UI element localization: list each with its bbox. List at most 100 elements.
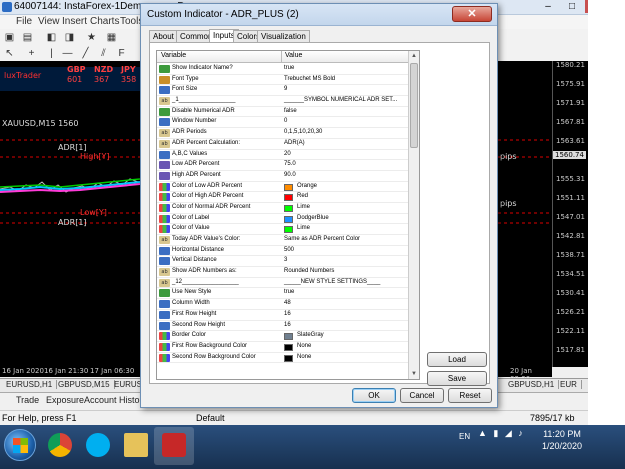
row-value[interactable]: true bbox=[284, 65, 294, 71]
grid-row[interactable]: Column Width 48 bbox=[157, 299, 408, 310]
navigator-icon[interactable]: ★ bbox=[86, 32, 97, 43]
taskbar-skype[interactable] bbox=[78, 427, 118, 465]
grid-row[interactable]: First Row Background Color None bbox=[157, 342, 408, 353]
row-value[interactable]: None bbox=[297, 354, 311, 360]
chart-tab[interactable]: EUR bbox=[560, 380, 582, 389]
grid-row[interactable]: Horizontal Distance 500 bbox=[157, 246, 408, 257]
terminal-tab-account-history[interactable]: Account History bbox=[84, 395, 147, 405]
row-value[interactable]: ADR(A) bbox=[284, 140, 305, 146]
grid-row[interactable]: Second Row Background Color None bbox=[157, 353, 408, 364]
row-value[interactable]: Red bbox=[297, 193, 308, 199]
grid-row[interactable]: Color of Normal ADR Percent Lime bbox=[157, 203, 408, 214]
row-value[interactable]: Rounded Numbers bbox=[284, 268, 334, 274]
row-value[interactable]: 20 bbox=[284, 151, 291, 157]
grid-row[interactable]: ab _1_________________ ______SYMBOL NUMERI… bbox=[157, 96, 408, 107]
horizontal-line-icon[interactable]: — bbox=[62, 48, 73, 59]
chart-tab[interactable]: GBPUSD,H1 bbox=[508, 380, 560, 389]
terminal-icon[interactable]: ▦ bbox=[106, 32, 117, 43]
row-value[interactable]: true bbox=[284, 289, 294, 295]
row-value[interactable]: 0,1,5,10,20,30 bbox=[284, 129, 322, 135]
menu-file[interactable]: File bbox=[16, 16, 32, 27]
dialog-close-button[interactable]: ✕ bbox=[452, 6, 492, 22]
cancel-button[interactable]: Cancel bbox=[400, 388, 444, 403]
reset-button[interactable]: Reset bbox=[448, 388, 492, 403]
grid-row[interactable]: Color of Value Lime bbox=[157, 224, 408, 235]
load-button[interactable]: Load bbox=[427, 352, 487, 367]
profiles-icon[interactable]: ▤ bbox=[22, 32, 33, 43]
row-value[interactable]: Lime bbox=[297, 225, 310, 231]
scroll-up-icon[interactable]: ▲ bbox=[409, 51, 419, 61]
col-separator[interactable] bbox=[281, 51, 282, 63]
grid-row[interactable]: ab _12_________________ _____NEW STYLE SET… bbox=[157, 278, 408, 289]
channel-icon[interactable]: ⫽ bbox=[98, 48, 109, 59]
row-value[interactable]: SlateGray bbox=[297, 332, 324, 338]
tray-clock[interactable]: 11:20 PM 1/20/2020 bbox=[533, 428, 591, 452]
row-value[interactable]: 90.0 bbox=[284, 172, 296, 178]
scroll-thumb[interactable] bbox=[410, 63, 418, 148]
data-window-icon[interactable]: ◨ bbox=[64, 32, 75, 43]
row-value[interactable]: Trebuchet MS Bold bbox=[284, 76, 335, 82]
row-value[interactable]: None bbox=[297, 343, 311, 349]
grid-row[interactable]: First Row Height 16 bbox=[157, 310, 408, 321]
grid-row[interactable]: High ADR Percent 90.0 bbox=[157, 171, 408, 182]
terminal-tab-trade[interactable]: Trade bbox=[16, 395, 39, 405]
row-value[interactable]: false bbox=[284, 108, 297, 114]
grid-row[interactable]: A,B,C Values 20 bbox=[157, 150, 408, 161]
row-value[interactable]: Lime bbox=[297, 204, 310, 210]
row-value[interactable]: 500 bbox=[284, 247, 294, 253]
taskbar-mt4[interactable] bbox=[154, 427, 194, 465]
maximize-icon[interactable]: □ bbox=[561, 0, 583, 13]
menu-insert[interactable]: Insert bbox=[62, 16, 87, 27]
row-value[interactable]: 16 bbox=[284, 311, 291, 317]
grid-row[interactable]: Use New Style true bbox=[157, 288, 408, 300]
trendline-icon[interactable]: ╱ bbox=[80, 48, 91, 59]
crosshair-icon[interactable]: + bbox=[26, 48, 37, 59]
grid-row[interactable]: Low ADR Percent 75.0 bbox=[157, 160, 408, 171]
grid-row[interactable]: ab Show ADR Numbers as: Rounded Numbers bbox=[157, 267, 408, 278]
vertical-line-icon[interactable]: | bbox=[46, 48, 57, 59]
col-variable[interactable]: Variable bbox=[161, 52, 186, 59]
taskbar-chrome[interactable] bbox=[40, 427, 80, 465]
new-chart-icon[interactable]: ▣ bbox=[4, 32, 15, 43]
row-value[interactable]: 9 bbox=[284, 86, 287, 92]
market-watch-icon[interactable]: ◧ bbox=[46, 32, 57, 43]
terminal-tab-exposure[interactable]: Exposure bbox=[46, 395, 84, 405]
chart-tab[interactable]: GBPUSD,M15 bbox=[58, 380, 115, 389]
grid-row[interactable]: Color of High ADR Percent Red bbox=[157, 192, 408, 203]
grid-row[interactable]: Show Indicator Name? true bbox=[157, 64, 408, 75]
chart-tab[interactable]: EURUSD,H1 bbox=[6, 380, 58, 389]
start-button[interactable] bbox=[4, 429, 36, 461]
tray-language[interactable]: EN bbox=[459, 432, 470, 441]
row-value[interactable]: Same as ADR Percent Color bbox=[284, 236, 360, 242]
grid-scrollbar[interactable]: ▲ ▼ bbox=[408, 51, 419, 379]
row-value[interactable]: 75.0 bbox=[284, 161, 296, 167]
scroll-down-icon[interactable]: ▼ bbox=[409, 369, 419, 379]
taskbar-explorer[interactable] bbox=[116, 427, 156, 465]
dialog-title-bar[interactable]: Custom Indicator - ADR_PLUS (2) ✕ bbox=[141, 4, 497, 26]
grid-row[interactable]: Border Color SlateGray bbox=[157, 331, 408, 342]
grid-row[interactable]: Second Row Height 16 bbox=[157, 321, 408, 332]
grid-row[interactable]: Vertical Distance 3 bbox=[157, 256, 408, 268]
grid-row[interactable]: ab ADR Periods 0,1,5,10,20,30 bbox=[157, 128, 408, 139]
grid-row[interactable]: ab Today ADR Value's Color: Same as ADR Pe… bbox=[157, 235, 408, 246]
ok-button[interactable]: OK bbox=[352, 388, 396, 403]
arrow-cursor-icon[interactable]: ↖ bbox=[4, 48, 15, 59]
grid-row[interactable]: Disable Numerical ADR false bbox=[157, 107, 408, 118]
save-button[interactable]: Save bbox=[427, 371, 487, 386]
grid-row[interactable]: Color of Low ADR Percent Orange bbox=[157, 182, 408, 193]
row-value[interactable]: 48 bbox=[284, 300, 291, 306]
menu-charts[interactable]: Charts bbox=[90, 16, 119, 27]
fibo-icon[interactable]: F bbox=[116, 48, 127, 59]
menu-view[interactable]: View bbox=[38, 16, 60, 27]
row-value[interactable]: 0 bbox=[284, 118, 287, 124]
grid-row[interactable]: Font Size 9 bbox=[157, 85, 408, 97]
row-value[interactable]: ______SYMBOL NUMERICAL ADR SET... bbox=[284, 97, 397, 103]
grid-row[interactable]: ab ADR Percent Calculation: ADR(A) bbox=[157, 139, 408, 150]
row-value[interactable]: _____NEW STYLE SETTINGS____ bbox=[284, 279, 380, 285]
row-value[interactable]: Orange bbox=[297, 183, 317, 189]
row-value[interactable]: DodgerBlue bbox=[297, 215, 329, 221]
row-value[interactable]: 16 bbox=[284, 322, 291, 328]
minimize-icon[interactable]: – bbox=[537, 0, 559, 13]
row-value[interactable]: 3 bbox=[284, 257, 287, 263]
grid-row[interactable]: Color of Label DodgerBlue bbox=[157, 214, 408, 225]
